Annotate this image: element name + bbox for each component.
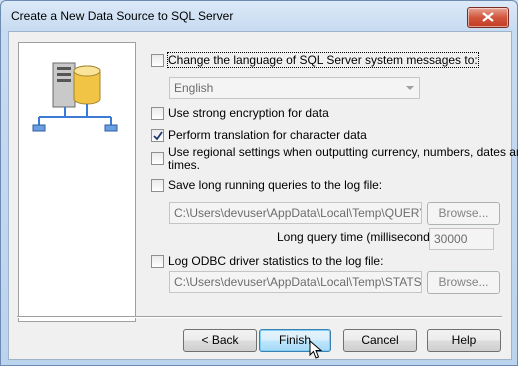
window-title: Create a New Data Source to SQL Server (11, 9, 234, 23)
regional-settings-label-line1[interactable]: Use regional settings when outputting cu… (168, 145, 518, 159)
odbc-stats-checkbox[interactable] (151, 255, 164, 268)
translation-label[interactable]: Perform translation for character data (168, 128, 367, 142)
back-button[interactable]: < Back (183, 329, 257, 352)
long-query-time-field[interactable]: 30000 (429, 228, 494, 250)
change-language-label[interactable]: Change the language of SQL Server system… (167, 52, 479, 68)
strong-encryption-checkbox[interactable] (151, 107, 164, 120)
long-queries-label[interactable]: Save long running queries to the log fil… (168, 178, 382, 192)
database-server-icon (32, 62, 118, 132)
cancel-button[interactable]: Cancel (343, 329, 417, 352)
long-queries-path-field[interactable]: C:\Users\devuser\AppData\Local\Temp\QUER… (169, 202, 422, 224)
strong-encryption-label[interactable]: Use strong encryption for data (168, 106, 329, 120)
close-button[interactable] (467, 7, 509, 28)
long-queries-browse-button[interactable]: Browse... (427, 202, 500, 225)
long-query-time-label: Long query time (milliseconds): (277, 230, 444, 244)
separator (17, 316, 502, 318)
regional-settings-checkbox[interactable] (151, 152, 164, 165)
mouse-cursor-icon (309, 340, 323, 359)
dropdown-arrow-icon (406, 86, 414, 90)
translation-checkbox[interactable] (151, 129, 164, 142)
odbc-stats-path-value: C:\Users\devuser\AppData\Local\Temp\STAT… (174, 275, 422, 289)
close-icon (482, 12, 494, 22)
language-select-value: English (174, 81, 214, 95)
dialog-window: Create a New Data Source to SQL Server C… (0, 0, 518, 366)
long-query-time-value: 30000 (434, 232, 468, 246)
checkmark-icon (153, 131, 163, 141)
long-queries-checkbox[interactable] (151, 179, 164, 192)
regional-settings-label-line2[interactable]: times. (168, 158, 200, 172)
odbc-stats-label[interactable]: Log ODBC driver statistics to the log fi… (168, 254, 383, 268)
icon-panel (18, 42, 136, 322)
dialog-client-area: Change the language of SQL Server system… (8, 31, 518, 360)
odbc-stats-browse-button[interactable]: Browse... (427, 271, 500, 294)
odbc-stats-path-field[interactable]: C:\Users\devuser\AppData\Local\Temp\STAT… (169, 271, 422, 293)
help-button[interactable]: Help (427, 329, 501, 352)
language-select[interactable]: English (169, 77, 420, 99)
title-bar: Create a New Data Source to SQL Server (1, 1, 517, 31)
change-language-checkbox[interactable] (151, 54, 164, 67)
long-queries-path-value: C:\Users\devuser\AppData\Local\Temp\QUER… (174, 206, 422, 220)
